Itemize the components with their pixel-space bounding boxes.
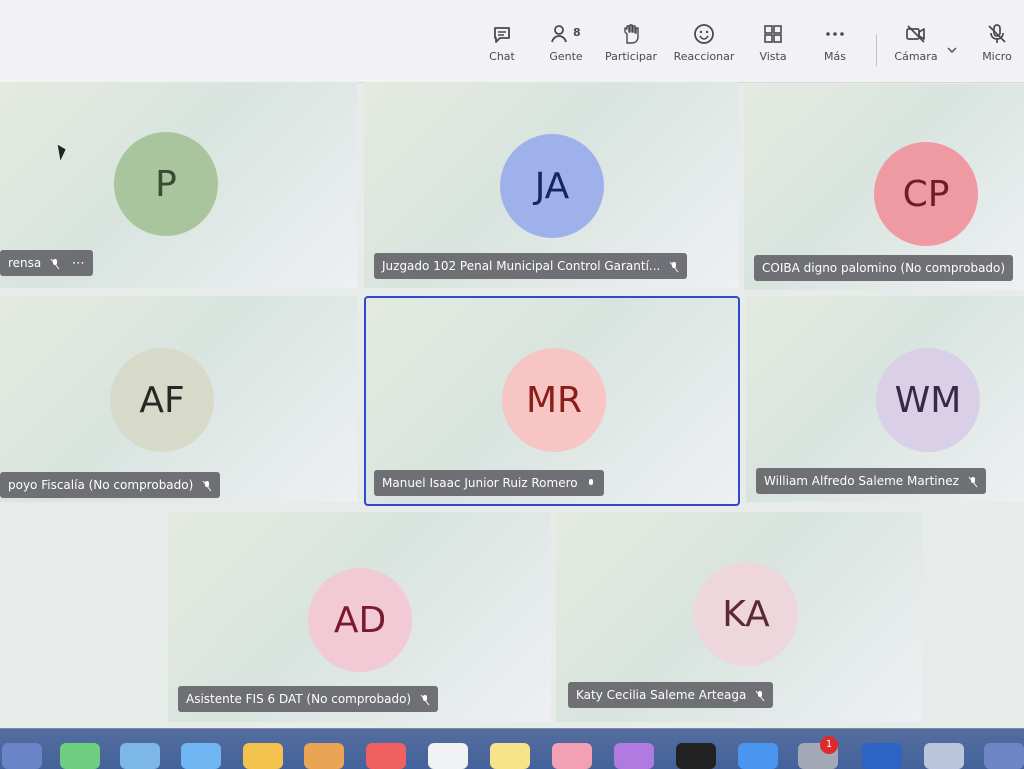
- participant-nameplate: poyo Fiscalía (No comprobado): [0, 472, 221, 498]
- dock-app-icon[interactable]: [428, 743, 468, 769]
- participant-name: Asistente FIS 6 DAT (No comprobado): [186, 692, 412, 706]
- avatar-cp: CP: [874, 142, 978, 246]
- participant-tile-3[interactable]: CP COIBA digno palomino (No comprobado): [744, 84, 1024, 290]
- participant-tile-4[interactable]: AF poyo Fiscalía (No comprobado): [0, 296, 357, 502]
- dock-app-icon[interactable]: [984, 743, 1024, 769]
- dock-app-icon[interactable]: [366, 743, 406, 769]
- chat-label: Chat: [489, 50, 515, 63]
- dock-app-icon[interactable]: [738, 743, 778, 769]
- view-label: Vista: [759, 50, 787, 63]
- view-button[interactable]: Vista: [756, 22, 790, 63]
- more-dots-icon: [826, 32, 844, 36]
- avatar-ka: KA: [694, 562, 798, 666]
- mic-button[interactable]: Micro: [980, 22, 1014, 63]
- mic-off-icon: [50, 258, 60, 269]
- notification-badge: 1: [820, 736, 838, 754]
- dock-app-icon[interactable]: [614, 743, 654, 769]
- dock-app-icon[interactable]: [120, 743, 160, 769]
- participate-button[interactable]: Participar: [602, 22, 660, 63]
- participant-name: COIBA digno palomino (No comprobado): [762, 261, 1006, 275]
- people-icon: [551, 25, 567, 43]
- participant-nameplate: Asistente FIS 6 DAT (No comprobado): [178, 686, 438, 712]
- participant-nameplate: rensa ⋯: [0, 250, 93, 276]
- camera-off-icon: [906, 25, 925, 43]
- dock-app-icon[interactable]: [490, 743, 530, 769]
- avatar-ja: JA: [500, 134, 604, 238]
- participant-nameplate: Juzgado 102 Penal Municipal Control Gara…: [374, 253, 688, 279]
- participant-name: Manuel Isaac Junior Ruiz Romero: [382, 476, 578, 490]
- meeting-toolbar: Chat 8 Gente Participar Reaccionar Vista…: [0, 0, 1024, 83]
- participant-name: Katy Cecilia Saleme Arteaga: [576, 688, 747, 702]
- people-count: 8: [573, 26, 581, 39]
- react-label: Reaccionar: [673, 50, 735, 63]
- more-button[interactable]: Más: [821, 22, 849, 63]
- participant-tile-6[interactable]: WM William Alfredo Saleme Martinez: [746, 296, 1024, 502]
- camera-button[interactable]: Cámara: [892, 22, 940, 63]
- dock-app-icon[interactable]: [552, 743, 592, 769]
- dock-app-icon[interactable]: [304, 743, 344, 769]
- participant-name: William Alfredo Saleme Martinez: [764, 474, 959, 488]
- mic-off-icon: [968, 476, 978, 487]
- participant-nameplate: William Alfredo Saleme Martinez: [756, 468, 986, 494]
- mic-off-icon: [669, 261, 679, 272]
- more-label: Más: [824, 50, 846, 63]
- participant-nameplate: COIBA digno palomino (No comprobado): [754, 255, 1014, 281]
- toolbar-divider: [876, 34, 877, 66]
- participant-tile-1[interactable]: P rensa ⋯: [0, 82, 357, 288]
- participant-name: Juzgado 102 Penal Municipal Control Gara…: [382, 259, 661, 273]
- avatar-ad: AD: [308, 568, 412, 672]
- participant-nameplate: Katy Cecilia Saleme Arteaga: [568, 682, 774, 708]
- dock-app-icon[interactable]: [60, 743, 100, 769]
- dock-app-icon[interactable]: [243, 743, 283, 769]
- dock-app-icon[interactable]: [181, 743, 221, 769]
- participant-name: rensa: [8, 256, 42, 270]
- chevron-down-icon: [947, 47, 957, 53]
- participant-nameplate: Manuel Isaac Junior Ruiz Romero: [374, 470, 605, 496]
- chat-icon: [494, 27, 510, 43]
- avatar-af: AF: [110, 348, 214, 452]
- mic-icon: [589, 478, 594, 485]
- camera-options-button[interactable]: [944, 44, 960, 59]
- avatar-mr: MR: [502, 348, 606, 452]
- participate-label: Participar: [604, 50, 658, 63]
- more-options-icon[interactable]: ⋯: [72, 251, 85, 276]
- mic-off-icon: [420, 694, 430, 705]
- dock-app-icon[interactable]: [2, 743, 42, 769]
- participant-tile-8[interactable]: KA Katy Cecilia Saleme Arteaga: [556, 512, 922, 722]
- react-button[interactable]: Reaccionar: [671, 22, 737, 63]
- mic-label: Micro: [982, 50, 1012, 63]
- avatar-wm: WM: [876, 348, 980, 452]
- dock-app-icon[interactable]: [924, 743, 964, 769]
- mic-off-icon: [755, 690, 765, 701]
- emoji-icon: [694, 24, 714, 44]
- participant-tile-5-active-speaker[interactable]: MR Manuel Isaac Junior Ruiz Romero: [364, 296, 740, 506]
- grid-view-icon: [764, 25, 782, 43]
- raise-hand-icon: [624, 24, 639, 44]
- participant-tile-2[interactable]: JA Juzgado 102 Penal Municipal Control G…: [364, 82, 738, 288]
- dock-app-icon[interactable]: [862, 743, 902, 769]
- people-button[interactable]: 8 Gente: [545, 22, 587, 63]
- dock: [0, 728, 1024, 769]
- people-label: Gente: [549, 50, 583, 63]
- camera-label: Cámara: [894, 50, 938, 63]
- mic-off-icon: [988, 24, 1006, 43]
- participant-tile-7[interactable]: AD Asistente FIS 6 DAT (No comprobado): [168, 512, 551, 722]
- chat-button[interactable]: Chat: [484, 22, 520, 63]
- avatar-p: P: [114, 132, 218, 236]
- participant-name: poyo Fiscalía (No comprobado): [8, 478, 194, 492]
- dock-app-icon[interactable]: [676, 743, 716, 769]
- mic-off-icon: [202, 480, 212, 491]
